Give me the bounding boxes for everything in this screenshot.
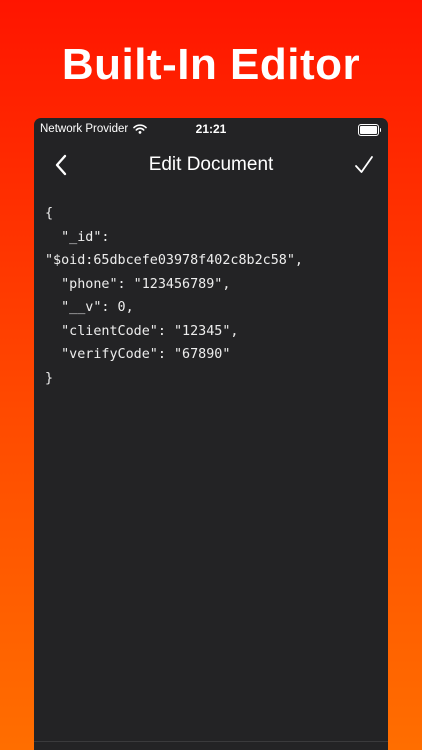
status-time: 21:21 [195, 122, 227, 136]
battery-icon [357, 124, 381, 136]
back-button[interactable] [48, 150, 74, 180]
battery-fill [359, 126, 377, 134]
save-button[interactable] [350, 150, 378, 180]
page-title: Edit Document [148, 154, 274, 175]
document-editor[interactable]: { "_id": "$oid:65dbcefe03978f402c8b2c58"… [45, 202, 379, 732]
chevron-left-icon [55, 154, 67, 176]
navigation-bar: Edit Document [34, 140, 388, 190]
checkmark-icon [355, 156, 373, 173]
bottom-divider [34, 741, 388, 742]
phone-screen: Network Provider 21:21 Edit Document {"… [34, 118, 388, 750]
headline: Built-In Editor [61, 40, 361, 89]
status-bar: Network Provider 21:21 [34, 118, 388, 140]
